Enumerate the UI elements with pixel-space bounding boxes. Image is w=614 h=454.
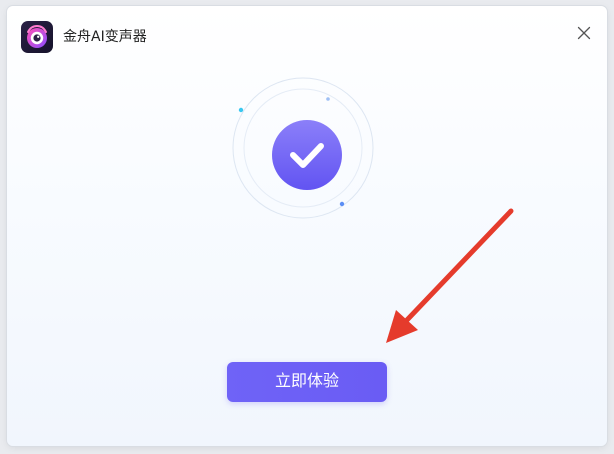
close-icon — [577, 26, 591, 40]
checkmark-icon — [272, 120, 342, 190]
decor-dot — [326, 97, 330, 101]
decor-dot — [238, 107, 244, 113]
try-now-button[interactable]: 立即体验 — [227, 362, 387, 402]
app-logo-icon — [21, 21, 53, 53]
app-title: 金舟AI变声器 — [63, 29, 147, 45]
decor-dot — [339, 201, 345, 207]
close-button[interactable] — [571, 20, 597, 46]
success-status-graphic — [223, 68, 383, 228]
title-bar: 金舟AI变声器 — [7, 6, 607, 66]
app-window: 金舟AI变声器 立即体验 — [7, 6, 607, 446]
